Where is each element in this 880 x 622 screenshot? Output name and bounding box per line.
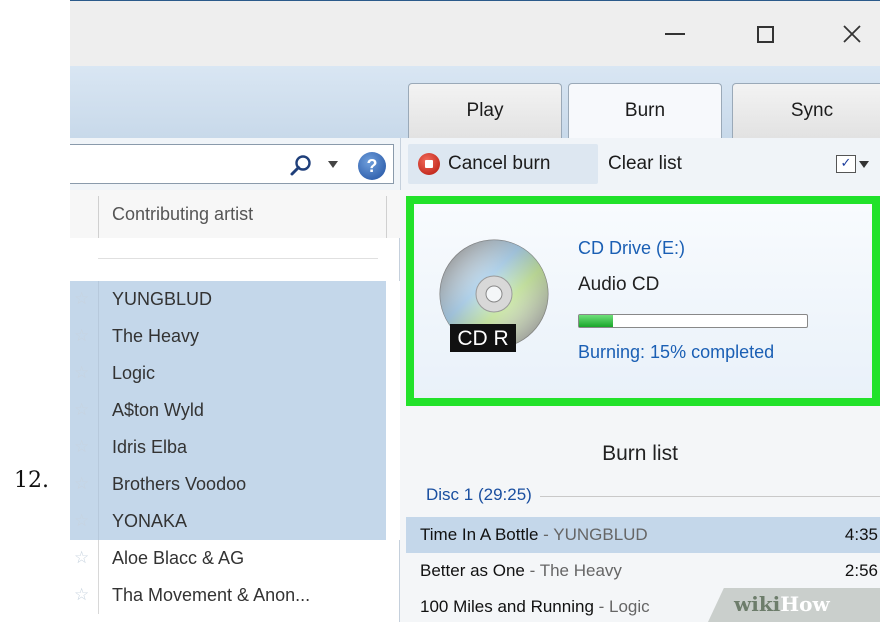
column-divider[interactable]: [386, 196, 387, 238]
minimize-icon: [665, 33, 685, 35]
track-artist-separator: -: [593, 597, 610, 616]
chevron-down-icon: [859, 160, 869, 168]
burn-list-title: Burn list: [602, 442, 678, 465]
track-duration: 2:56: [844, 561, 878, 580]
column-divider: [98, 318, 99, 355]
wikihow-watermark: wikiHow: [734, 592, 830, 616]
checkbox-options-icon: ✓: [836, 155, 856, 173]
star-rating-icon[interactable]: ☆: [74, 475, 89, 493]
clear-list-label: Clear list: [608, 153, 682, 174]
close-icon: [843, 25, 861, 43]
burn-progress-bar: [578, 314, 808, 328]
artist-name: The Heavy: [112, 326, 200, 346]
tab-play[interactable]: Play: [408, 83, 562, 138]
track-title: Time In A Bottle: [420, 525, 539, 544]
stop-icon: [418, 153, 440, 175]
star-rating-icon[interactable]: ☆: [74, 438, 89, 456]
table-row[interactable]: ☆ YUNGBLUD: [70, 281, 400, 318]
column-divider: [98, 355, 99, 392]
star-rating-icon[interactable]: ☆: [74, 586, 89, 604]
burn-options-button[interactable]: ✓: [836, 150, 880, 178]
track-artist-separator: -: [538, 525, 554, 544]
library-panel: Contributing artist ☆ YUNGBLUD ☆ The Heavy ☆…: [70, 190, 400, 622]
column-divider: [98, 466, 99, 503]
table-row[interactable]: ☆ Idris Elba: [70, 429, 400, 466]
tab-label: Sync: [790, 100, 834, 121]
maximize-button[interactable]: [740, 9, 790, 59]
track-duration: 4:35: [844, 525, 878, 544]
column-divider[interactable]: [98, 196, 99, 238]
burn-status-box: CD R CD Drive (E:) Audio CD Burning: 15%…: [406, 196, 880, 406]
track-title: 100 Miles and Running: [420, 597, 594, 616]
star-rating-icon[interactable]: ☆: [74, 364, 89, 382]
tab-bar: Play Burn Sync: [70, 66, 880, 138]
column-divider: [98, 503, 99, 540]
divider: [98, 258, 378, 259]
progress-fill: [579, 315, 614, 327]
artist-name: A$ton Wyld: [112, 400, 204, 420]
column-divider: [98, 392, 99, 429]
burn-list-item[interactable]: Better as One - The Heavy 2:56: [406, 553, 880, 589]
minimize-button[interactable]: [650, 9, 700, 59]
cancel-burn-label: Cancel burn: [448, 153, 551, 174]
artist-name: Idris Elba: [112, 437, 188, 457]
column-divider: [98, 429, 99, 466]
column-divider: [98, 540, 99, 577]
cancel-burn-button[interactable]: Cancel burn: [408, 144, 598, 184]
maximize-icon: [756, 25, 774, 43]
artist-name: Brothers Voodoo: [112, 474, 247, 494]
step-number: 12.: [14, 468, 49, 493]
cd-disc-icon: CD R: [439, 239, 549, 352]
table-row[interactable]: ☆ Logic: [70, 355, 400, 392]
contributing-artist-header[interactable]: Contributing artist: [112, 204, 253, 225]
column-divider: [98, 577, 99, 614]
table-row[interactable]: ☆ Brothers Voodoo: [70, 466, 400, 503]
help-icon[interactable]: ?: [358, 152, 386, 180]
search-dropdown-icon[interactable]: [328, 161, 338, 168]
star-rating-icon[interactable]: ☆: [74, 290, 89, 308]
track-artist-separator: -: [524, 561, 540, 580]
table-row[interactable]: ☆ Tha Movement & Anon...: [70, 577, 400, 614]
artist-name: Aloe Blacc & AG: [112, 548, 245, 568]
track-artist: The Heavy: [539, 561, 622, 580]
table-row[interactable]: ☆ Aloe Blacc & AG: [70, 540, 400, 577]
table-row[interactable]: ☆ A$ton Wyld: [70, 392, 400, 429]
star-rating-icon[interactable]: ☆: [74, 512, 89, 530]
table-row[interactable]: ☆ YONAKA: [70, 503, 400, 540]
column-header-row: Contributing artist: [70, 190, 400, 238]
star-rating-icon[interactable]: ☆: [74, 549, 89, 567]
burn-list-item[interactable]: Time In A Bottle - YUNGBLUD 4:35: [406, 517, 880, 553]
artist-name: Logic: [112, 363, 156, 383]
burn-progress-text: Burning: 15% completed: [578, 342, 775, 362]
star-rating-icon[interactable]: ☆: [74, 401, 89, 419]
artist-name: YONAKA: [112, 511, 188, 531]
star-rating-icon[interactable]: ☆: [74, 327, 89, 345]
tab-label: Burn: [624, 100, 666, 121]
clear-list-button[interactable]: Clear list: [602, 144, 688, 184]
tab-burn[interactable]: Burn: [568, 83, 722, 138]
track-artist: Logic: [609, 597, 650, 616]
cd-r-label: CD R: [457, 327, 508, 350]
table-row[interactable]: ☆ The Heavy: [70, 318, 400, 355]
close-button[interactable]: [827, 9, 877, 59]
track-title: Better as One: [420, 561, 525, 580]
title-bar: [70, 0, 880, 67]
tab-label: Play: [466, 100, 504, 121]
disc-header[interactable]: Disc 1 (29:25): [426, 485, 540, 505]
burn-panel: CD R CD Drive (E:) Audio CD Burning: 15%…: [400, 190, 880, 622]
disc-type: Audio CD: [578, 274, 660, 295]
toolbar: ? Cancel burn Clear list ✓: [70, 138, 880, 191]
column-divider: [98, 281, 99, 318]
track-artist: YUNGBLUD: [553, 525, 648, 544]
pane-divider[interactable]: [400, 138, 401, 190]
search-icon[interactable]: [288, 153, 314, 179]
cd-drive-link[interactable]: CD Drive (E:): [578, 238, 685, 259]
artist-name: Tha Movement & Anon...: [112, 585, 311, 605]
media-player-window: Play Burn Sync ? Cancel burn Clear list …: [70, 0, 880, 622]
artist-name: YUNGBLUD: [112, 289, 213, 309]
artist-list: ☆ YUNGBLUD ☆ The Heavy ☆ Logic ☆ A$ton Wyld ☆ Idr…: [70, 281, 400, 614]
tab-sync[interactable]: Sync: [732, 83, 880, 138]
search-input[interactable]: ?: [70, 144, 394, 184]
divider: [520, 496, 880, 497]
